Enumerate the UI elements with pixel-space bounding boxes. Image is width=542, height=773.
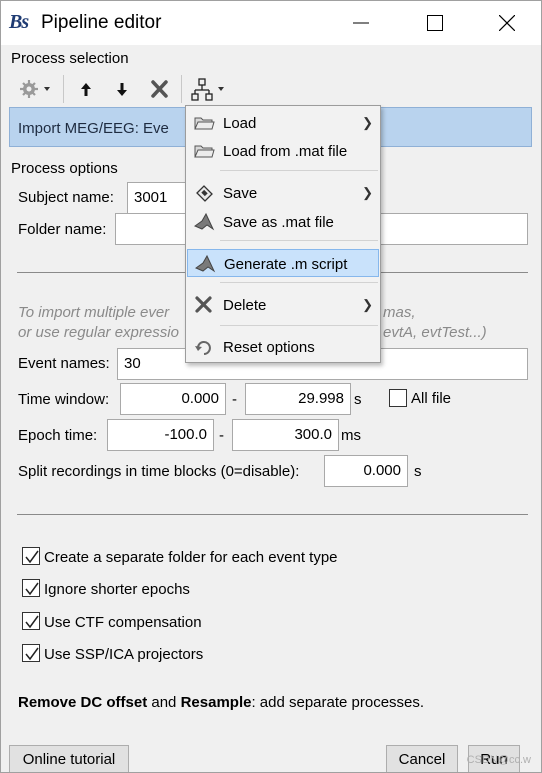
arrow-up-icon [81, 83, 91, 96]
ctf-compensation-checkbox[interactable] [22, 612, 40, 630]
epoch-dash: - [219, 427, 224, 444]
online-tutorial-button[interactable]: Online tutorial [9, 745, 129, 772]
menu-item-save-mat[interactable]: Save as .mat file [187, 208, 379, 236]
menu-item-label: Generate .m script [224, 256, 348, 273]
process-toolbar [9, 71, 529, 107]
brainstorm-logo: Bs [9, 11, 29, 33]
folder-name-label: Folder name: [18, 221, 107, 238]
ignore-shorter-epochs-checkbox[interactable] [22, 579, 40, 597]
pipeline-tree-icon [191, 78, 224, 101]
pipeline-menu-button[interactable] [191, 75, 231, 103]
move-up-button[interactable] [73, 75, 99, 103]
all-file-label: All file [411, 390, 452, 407]
hint-line-1-end: mas, [383, 304, 416, 321]
time-window-end-field[interactable]: 29.998 [245, 383, 351, 415]
ssp-ica-checkbox[interactable] [22, 644, 40, 662]
menu-item-label: Load [223, 115, 257, 132]
divider [17, 514, 528, 515]
gear-icon [20, 80, 50, 98]
menu-item-label: Save [223, 185, 258, 202]
all-file-checkbox[interactable] [389, 389, 407, 407]
epoch-unit: ms [341, 427, 361, 444]
split-recordings-label: Split recordings in time blocks (0=disab… [18, 463, 300, 480]
split-recordings-field[interactable]: 0.000 [324, 455, 408, 487]
note-bold-resample: Resample [180, 694, 252, 711]
matlab-icon [194, 254, 216, 273]
maximize-icon [427, 15, 443, 31]
menu-item-save[interactable]: Save ❯ [187, 179, 379, 207]
hint-line-2-end: evtA, evtTest...) [383, 324, 487, 341]
event-names-label: Event names: [18, 355, 110, 372]
split-recordings-unit: s [414, 463, 422, 480]
menu-item-generate-script[interactable]: Generate .m script [187, 249, 379, 277]
note-bold-dc: Remove DC offset [18, 694, 148, 711]
separate-folder-checkbox[interactable] [22, 547, 40, 565]
epoch-time-label: Epoch time: [18, 427, 98, 444]
epoch-start-field[interactable]: -100.0 [107, 419, 214, 451]
folder-icon [194, 117, 215, 130]
time-window-label: Time window: [18, 391, 110, 408]
checkmark-icon [25, 582, 39, 596]
close-icon [499, 15, 515, 31]
pipeline-editor-window: Bs Pipeline editor Process selection Imp… [0, 0, 542, 773]
watermark: CSDN@cc.w [466, 754, 531, 766]
title-bar: Bs Pipeline editor [1, 1, 541, 45]
cancel-button[interactable]: Cancel [386, 745, 458, 772]
move-down-button[interactable] [109, 75, 135, 103]
ctf-compensation-label: Use CTF compensation [44, 614, 202, 631]
note-rest: : add separate processes. [251, 694, 425, 711]
delete-icon [195, 296, 212, 313]
ssp-ica-label: Use SSP/ICA projectors [44, 646, 204, 663]
menu-item-load-mat[interactable]: Load from .mat file [187, 137, 379, 165]
window-title: Pipeline editor [41, 12, 162, 33]
subject-name-label: Subject name: [18, 189, 114, 206]
close-button[interactable] [485, 7, 529, 39]
time-window-start-field[interactable]: 0.000 [120, 383, 226, 415]
delete-icon [151, 80, 168, 98]
menu-item-label: Load from .mat file [223, 143, 348, 160]
processing-note: Remove DC offset and Resample: add separ… [18, 694, 424, 711]
process-list-item[interactable]: Import MEG/EEG: Eve [18, 120, 169, 137]
save-icon [196, 185, 213, 202]
minimize-icon [353, 22, 369, 24]
delete-process-button[interactable] [147, 75, 173, 103]
menu-item-load[interactable]: Load ❯ [187, 109, 379, 137]
checkmark-icon [25, 647, 39, 661]
time-window-dash: - [232, 391, 237, 408]
time-window-unit: s [354, 391, 362, 408]
arrow-down-icon [117, 83, 127, 96]
menu-item-delete[interactable]: Delete ❯ [187, 291, 379, 319]
submenu-arrow-icon: ❯ [362, 185, 373, 200]
separate-folder-label: Create a separate folder for each event … [44, 549, 338, 566]
menu-item-reset-options[interactable]: Reset options [187, 333, 379, 361]
ignore-shorter-epochs-label: Ignore shorter epochs [44, 581, 190, 598]
menu-item-label: Reset options [223, 339, 315, 356]
menu-item-label: Save as .mat file [223, 214, 334, 231]
menu-separator [220, 325, 378, 326]
process-selection-label: Process selection [11, 50, 129, 67]
toolbar-separator [63, 75, 64, 103]
folder-icon [194, 145, 215, 158]
menu-item-label: Delete [223, 297, 267, 314]
matlab-icon [193, 212, 215, 231]
submenu-arrow-icon: ❯ [362, 297, 373, 312]
hint-line-1: To import multiple ever [18, 304, 170, 321]
gear-menu-button[interactable] [17, 75, 57, 103]
toolbar-separator [181, 75, 182, 103]
menu-separator [220, 170, 378, 171]
minimize-button[interactable] [339, 7, 383, 39]
pipeline-dropdown-menu: Load ❯ Load from .mat file Save ❯ Save a… [185, 105, 381, 363]
maximize-button[interactable] [413, 7, 457, 39]
menu-separator [220, 282, 378, 283]
menu-separator [220, 240, 378, 241]
process-options-label: Process options [11, 160, 118, 177]
checkmark-icon [25, 615, 39, 629]
submenu-arrow-icon: ❯ [362, 115, 373, 130]
checkmark-icon [25, 550, 39, 564]
note-and: and [147, 694, 181, 711]
reset-icon [195, 341, 211, 355]
epoch-end-field[interactable]: 300.0 [232, 419, 339, 451]
hint-line-2: or use regular expressio [18, 324, 179, 341]
